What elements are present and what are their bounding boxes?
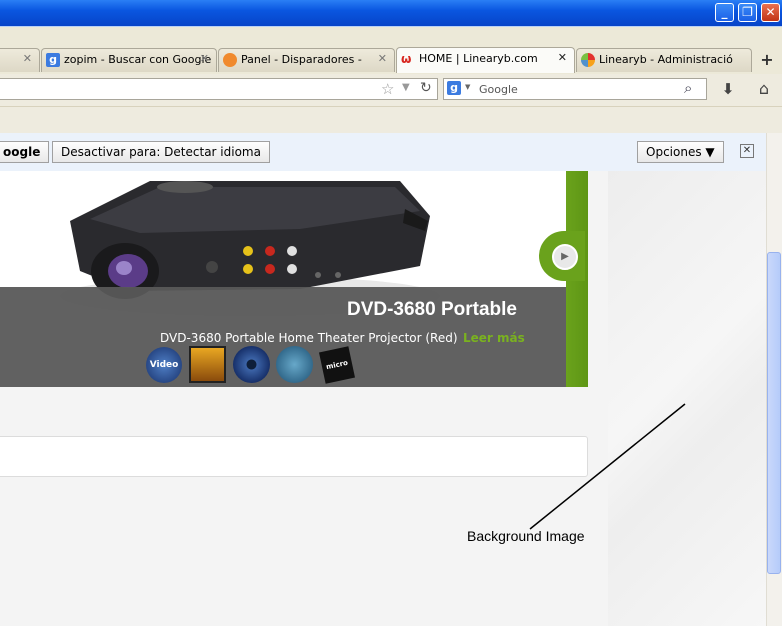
tab-close-icon[interactable]: ✕ <box>558 51 567 64</box>
slider-caption-band: DVD-3680 Portable DVD-3680 Portable Home… <box>0 287 566 387</box>
tab-linearyb-admin[interactable]: Linearyb - Administración ... <box>576 48 752 72</box>
minimize-button[interactable]: _ <box>715 3 734 22</box>
search-engine-dropdown-icon[interactable]: ▼ <box>465 83 470 91</box>
options-dropdown-button[interactable]: Opciones ▼ <box>637 141 724 163</box>
window-title-bar: _ ❐ ✕ <box>0 0 782 26</box>
search-engine-icon[interactable]: g <box>447 81 461 95</box>
tab-label: Linearyb - Administración ... <box>599 53 733 66</box>
annotation-label: Background Image <box>467 528 585 544</box>
scrollbar-thumb[interactable] <box>767 252 781 574</box>
url-input[interactable]: ☆ ▼ ↻ <box>0 78 438 100</box>
tab-label: Panel - Disparadores - <box>241 53 362 66</box>
picture-badge-icon <box>189 346 226 383</box>
deactivate-translation-button[interactable]: Desactivar para: Detectar idioma <box>52 141 270 163</box>
tab-home-linearyb[interactable]: ω HOME | Linearyb.com ✕ <box>396 47 575 73</box>
micro-sd-icon: micro SD <box>319 346 355 384</box>
close-window-button[interactable]: ✕ <box>761 3 780 22</box>
tab-close-icon[interactable]: ✕ <box>200 52 209 65</box>
image-slider: DVD-3680 Portable DVD-3680 Portable Home… <box>0 171 588 387</box>
home-icon[interactable]: ⌂ <box>753 79 775 99</box>
tab-close-icon[interactable]: ✕ <box>23 52 32 65</box>
translation-bar: oogle Desactivar para: Detectar idioma O… <box>0 133 766 172</box>
tab-label: zopim - Buscar con Google <box>64 53 212 66</box>
bookmarks-toolbar <box>0 107 782 133</box>
search-magnifier-icon[interactable]: ⌕ <box>684 79 692 97</box>
zopim-icon <box>223 53 237 67</box>
joomla-icon <box>581 53 595 67</box>
tab-close-icon[interactable]: ✕ <box>378 52 387 65</box>
search-placeholder: Google <box>479 83 518 96</box>
linearyb-icon: ω <box>401 52 412 66</box>
bookmark-star-icon[interactable]: ☆ <box>381 80 394 98</box>
tab-partial[interactable]: ✕ <box>0 48 40 72</box>
new-tab-button[interactable]: + <box>756 50 778 70</box>
downloads-icon[interactable]: ⬇ <box>718 80 738 100</box>
slide-description: DVD-3680 Portable Home Theater Projector… <box>160 331 458 345</box>
content-box <box>0 436 588 477</box>
google-icon: g <box>46 53 60 67</box>
tab-panel-disparadores[interactable]: Panel - Disparadores - ✕ <box>218 48 395 72</box>
video-badge-icon: Video <box>146 347 182 383</box>
page-content: DVD-3680 Portable DVD-3680 Portable Home… <box>0 171 766 626</box>
slider-next-button[interactable]: ▶ <box>552 244 578 270</box>
tab-zopim-search[interactable]: g zopim - Buscar con Google ✕ <box>41 48 217 72</box>
music-badge-icon <box>276 346 313 383</box>
search-input[interactable]: g ▼ Google ⌕ <box>443 78 707 100</box>
reload-icon[interactable]: ↻ <box>420 80 432 96</box>
dvd-disc-icon <box>233 346 270 383</box>
google-translate-button[interactable]: oogle <box>0 141 50 163</box>
url-dropdown-icon[interactable]: ▼ <box>402 82 410 93</box>
annotation-arrow <box>529 403 686 530</box>
tab-label: HOME | Linearyb.com <box>419 52 538 65</box>
close-translation-bar-icon[interactable]: ✕ <box>740 144 754 158</box>
restore-button[interactable]: ❐ <box>738 3 757 22</box>
read-more-link[interactable]: Leer más <box>463 331 525 345</box>
slide-title: DVD-3680 Portable <box>346 299 517 320</box>
